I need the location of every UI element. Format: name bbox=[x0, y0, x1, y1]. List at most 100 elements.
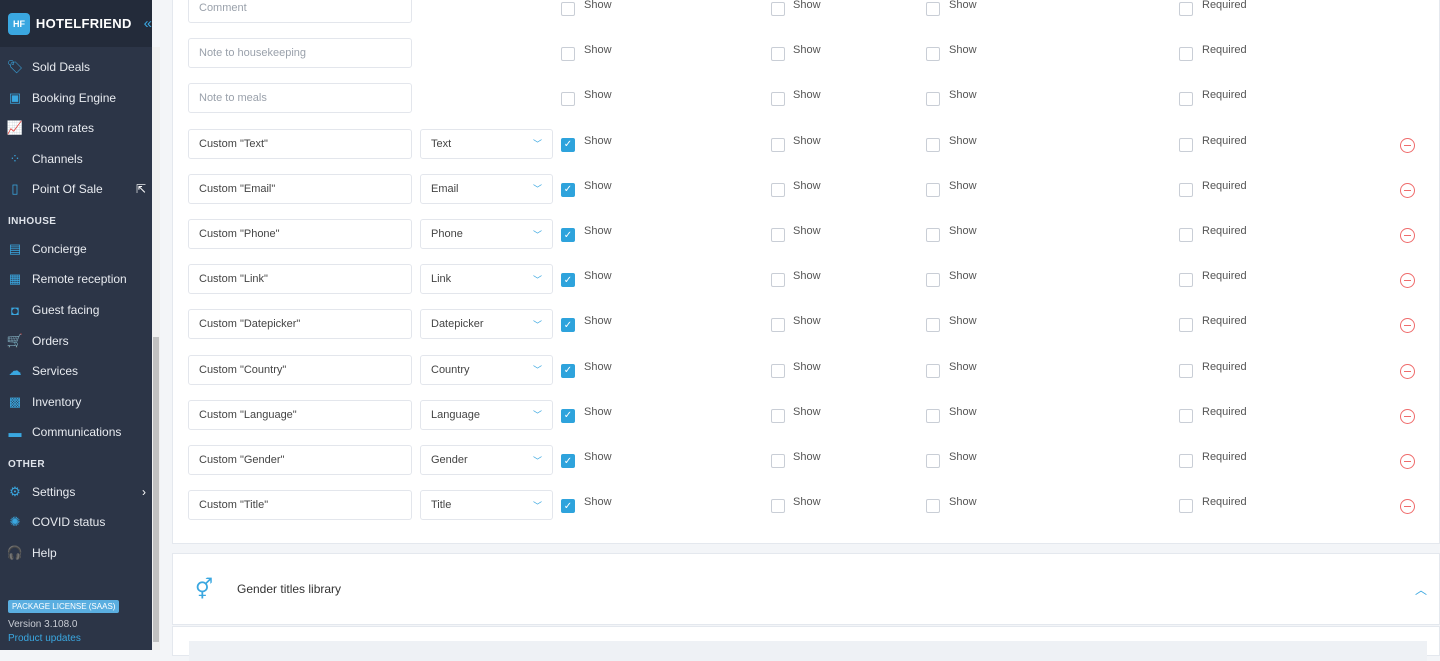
required-checkbox[interactable] bbox=[1179, 363, 1193, 378]
show-checkbox[interactable] bbox=[926, 2, 940, 16]
field-name-input[interactable]: Custom "Gender" bbox=[188, 445, 412, 475]
field-type-select[interactable]: Text ﹀ bbox=[420, 128, 553, 159]
field-name-input[interactable]: Custom "Email" bbox=[188, 173, 412, 204]
table-header bbox=[189, 641, 1427, 661]
show-checkbox[interactable]: ✓ bbox=[561, 182, 575, 197]
field-name-input[interactable]: Custom "Language" bbox=[188, 399, 412, 430]
field-type-select[interactable]: Phone ﹀ bbox=[420, 219, 553, 249]
field-name-input[interactable]: Note to meals bbox=[188, 83, 412, 114]
sidebar-item-settings[interactable]: ⚙ Settings › bbox=[8, 481, 146, 503]
sidebar-item-label: Sold Deals bbox=[32, 60, 91, 74]
show-checkbox[interactable] bbox=[771, 47, 785, 62]
show-checkbox[interactable] bbox=[926, 228, 940, 242]
show-checkbox[interactable] bbox=[561, 47, 575, 62]
remove-icon[interactable] bbox=[1400, 454, 1415, 469]
show-checkbox[interactable] bbox=[771, 454, 785, 468]
field-name-input[interactable]: Custom "Phone" bbox=[188, 219, 412, 249]
product-updates-link[interactable]: Product updates bbox=[8, 633, 81, 644]
show-checkbox[interactable] bbox=[771, 137, 785, 152]
field-type-select[interactable]: Title ﹀ bbox=[420, 490, 553, 521]
sidebar-item-concierge[interactable]: ▤ Concierge bbox=[8, 238, 146, 260]
scrollbar-thumb[interactable] bbox=[153, 337, 159, 642]
show-checkbox[interactable] bbox=[771, 499, 785, 514]
sidebar-item-channels[interactable]: ⁘ Channels bbox=[8, 148, 146, 170]
required-checkbox[interactable] bbox=[1179, 137, 1193, 152]
required-checkbox[interactable] bbox=[1179, 454, 1193, 468]
sidebar-item-covid-status[interactable]: ✺ COVID status bbox=[8, 511, 146, 533]
field-name-input[interactable]: Comment bbox=[188, 0, 412, 23]
show-checkbox[interactable] bbox=[561, 92, 575, 107]
required-checkbox[interactable] bbox=[1179, 2, 1193, 16]
sidebar-scrollbar[interactable] bbox=[152, 47, 160, 650]
field-type-select[interactable]: Gender ﹀ bbox=[420, 445, 553, 475]
remove-icon[interactable] bbox=[1400, 363, 1415, 379]
remove-icon[interactable] bbox=[1400, 228, 1415, 243]
required-checkbox[interactable] bbox=[1179, 228, 1193, 242]
remove-icon[interactable] bbox=[1400, 137, 1415, 153]
show-checkbox[interactable] bbox=[926, 137, 940, 152]
required-checkbox[interactable] bbox=[1179, 318, 1193, 333]
field-name-input[interactable]: Custom "Datepicker" bbox=[188, 309, 412, 340]
remove-icon[interactable] bbox=[1400, 182, 1415, 198]
show-checkbox[interactable] bbox=[771, 318, 785, 333]
show-checkbox[interactable] bbox=[771, 363, 785, 378]
show-checkbox[interactable]: ✓ bbox=[561, 137, 575, 152]
show-checkbox[interactable] bbox=[926, 182, 940, 197]
sidebar-item-inventory[interactable]: ▩ Inventory bbox=[8, 391, 146, 413]
sidebar-item-help[interactable]: 🎧 Help bbox=[7, 542, 146, 564]
sidebar-item-remote-reception[interactable]: ▦ Remote reception bbox=[8, 268, 146, 290]
external-link-icon[interactable]: ⇱ bbox=[136, 182, 146, 196]
show-checkbox[interactable] bbox=[926, 273, 940, 288]
collapse-sidebar-icon[interactable]: « bbox=[144, 15, 152, 32]
required-checkbox[interactable] bbox=[1179, 47, 1193, 62]
required-checkbox[interactable] bbox=[1179, 182, 1193, 197]
show-checkbox[interactable] bbox=[926, 47, 940, 62]
gender-titles-section[interactable]: ⚥ Gender titles library ︿ bbox=[172, 553, 1440, 625]
field-type-select[interactable]: Country ﹀ bbox=[420, 354, 553, 385]
sidebar-item-orders[interactable]: 🛒 Orders bbox=[7, 330, 146, 352]
show-checkbox[interactable] bbox=[926, 454, 940, 468]
sidebar-item-services[interactable]: ☁ Services bbox=[8, 360, 146, 382]
sidebar-item-room-rates[interactable]: 📈 Room rates bbox=[7, 117, 146, 139]
field-name-input[interactable]: Custom "Link" bbox=[188, 264, 412, 295]
show-checkbox[interactable]: ✓ bbox=[561, 318, 575, 333]
sidebar-item-point-of-sale[interactable]: ▯ Point Of Sale ⇱ bbox=[8, 178, 146, 200]
logo-icon: HF bbox=[8, 12, 30, 35]
show-checkbox[interactable]: ✓ bbox=[561, 408, 575, 423]
show-checkbox[interactable] bbox=[771, 2, 785, 16]
show-checkbox[interactable]: ✓ bbox=[561, 363, 575, 378]
field-type-select[interactable]: Link ﹀ bbox=[420, 264, 553, 295]
sidebar-item-sold-deals[interactable]: 🏷 Sold Deals bbox=[7, 56, 146, 78]
show-checkbox[interactable] bbox=[771, 92, 785, 107]
sidebar-item-booking-engine[interactable]: ▣ Booking Engine bbox=[8, 87, 146, 109]
field-name-input[interactable]: Custom "Country" bbox=[188, 354, 412, 385]
show-checkbox[interactable] bbox=[926, 363, 940, 378]
field-type-select[interactable]: Datepicker ﹀ bbox=[420, 309, 553, 340]
show-checkbox[interactable] bbox=[926, 318, 940, 333]
show-checkbox[interactable] bbox=[771, 408, 785, 423]
required-checkbox[interactable] bbox=[1179, 273, 1193, 288]
field-type-select[interactable]: Language ﹀ bbox=[420, 399, 553, 430]
show-checkbox[interactable] bbox=[926, 408, 940, 423]
chevron-up-icon[interactable]: ︿ bbox=[1415, 581, 1427, 598]
required-checkbox[interactable] bbox=[1179, 92, 1193, 107]
field-name-input[interactable]: Custom "Title" bbox=[188, 490, 412, 521]
show-checkbox[interactable]: ✓ bbox=[561, 499, 575, 514]
sidebar-item-guest-facing[interactable]: ◘ Guest facing bbox=[8, 299, 146, 321]
show-checkbox[interactable] bbox=[771, 228, 785, 242]
show-checkbox[interactable] bbox=[926, 92, 940, 107]
field-name-input[interactable]: Custom "Text" bbox=[188, 128, 412, 159]
show-checkbox[interactable]: ✓ bbox=[561, 454, 575, 468]
required-checkbox[interactable] bbox=[1179, 408, 1193, 423]
show-checkbox[interactable] bbox=[771, 273, 785, 288]
field-type-select[interactable]: Email ﹀ bbox=[420, 173, 553, 204]
remove-icon[interactable] bbox=[1400, 408, 1415, 424]
show-checkbox[interactable]: ✓ bbox=[561, 228, 575, 242]
sidebar-item-communications[interactable]: ▬ Communications bbox=[8, 421, 146, 443]
show-checkbox[interactable] bbox=[771, 182, 785, 197]
show-checkbox[interactable] bbox=[561, 2, 575, 16]
field-name-input[interactable]: Note to housekeeping bbox=[188, 38, 412, 69]
show-checkbox[interactable]: ✓ bbox=[561, 273, 575, 288]
required-checkbox[interactable] bbox=[1179, 499, 1193, 514]
show-checkbox[interactable] bbox=[926, 499, 940, 514]
